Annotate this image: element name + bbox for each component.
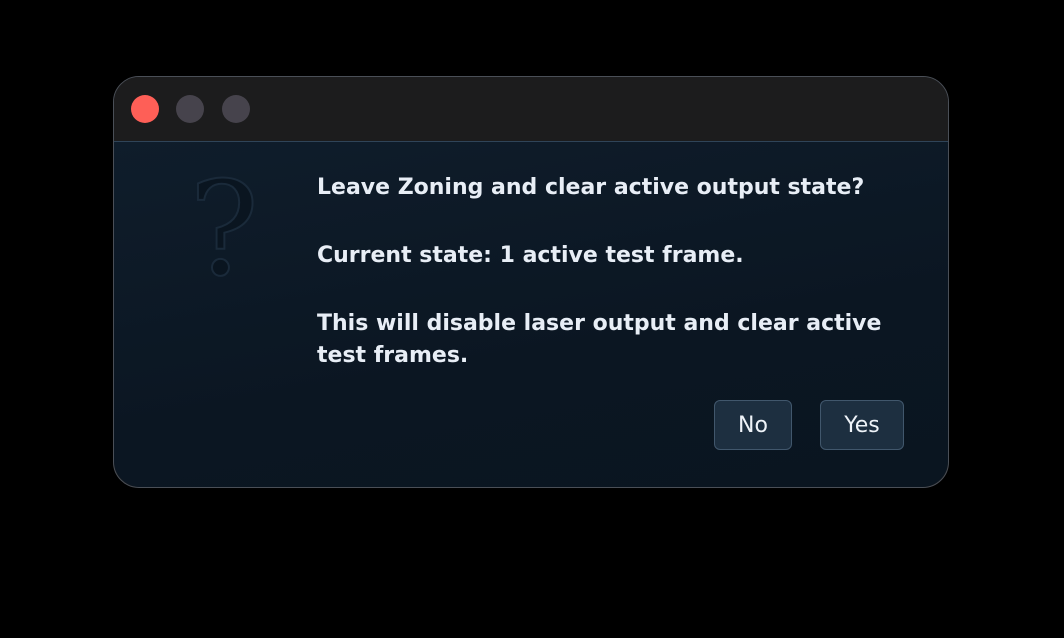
title-bar [114,77,948,141]
message-current-state: Current state: 1 active test frame. [317,243,744,268]
no-button[interactable]: No [714,400,792,450]
minimize-window-button[interactable] [176,95,204,123]
message-warning: This will disable laser output and clear… [317,311,882,368]
dialog-body: ? Leave Zoning and clear active output s… [114,141,948,487]
maximize-window-button[interactable] [222,95,250,123]
confirmation-dialog-window: ? Leave Zoning and clear active output s… [113,76,949,488]
yes-button[interactable]: Yes [820,400,904,450]
svg-text:?: ? [189,162,259,282]
dialog-message: Leave Zoning and clear active output sta… [317,172,917,372]
question-icon: ? [188,162,260,282]
message-question: Leave Zoning and clear active output sta… [317,175,865,200]
close-window-button[interactable] [131,95,159,123]
